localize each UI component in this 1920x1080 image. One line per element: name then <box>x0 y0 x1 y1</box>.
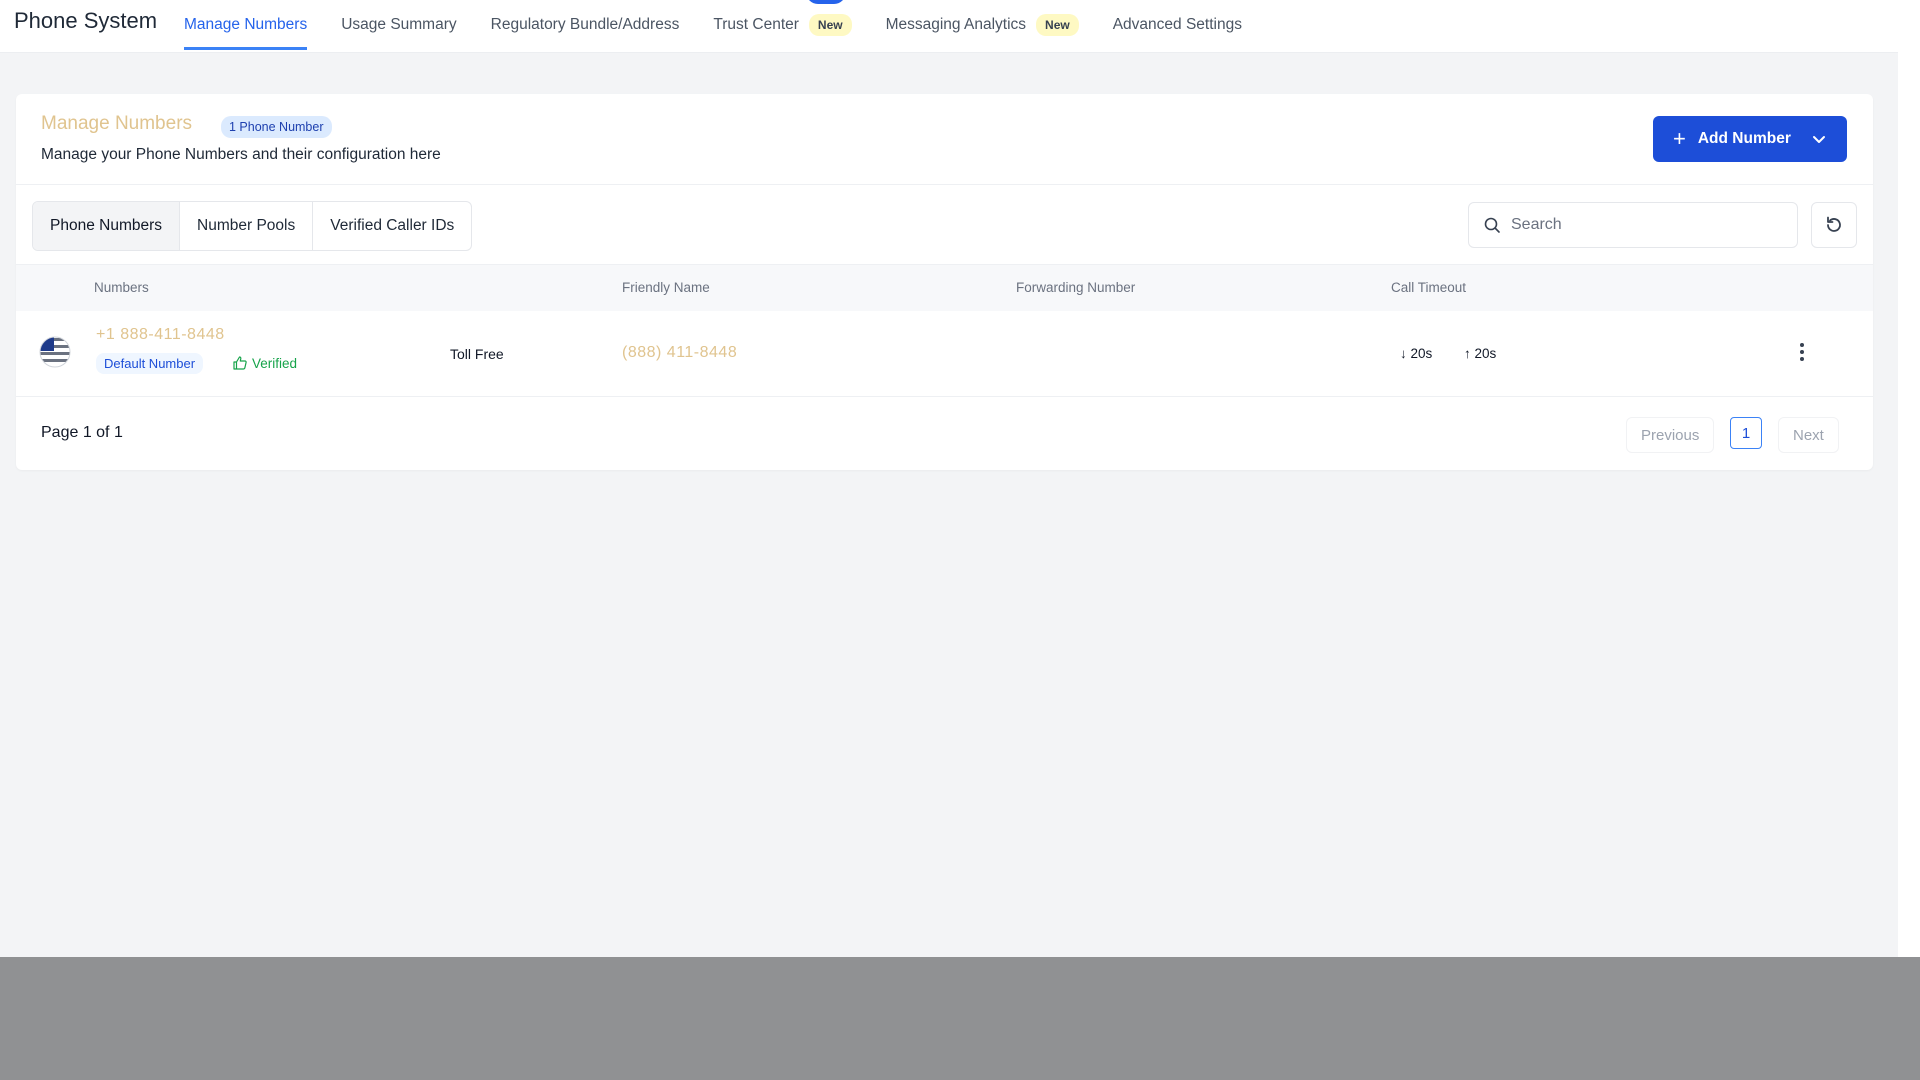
arrow-down-icon: ↓ <box>1400 346 1407 361</box>
tab-trust-center[interactable]: Trust Center New <box>713 0 852 50</box>
timeout-outbound-value: 20s <box>1474 346 1497 361</box>
refresh-icon <box>1827 216 1841 232</box>
arrow-up-icon: ↑ <box>1464 346 1471 361</box>
right-edge-panel <box>1898 0 1920 957</box>
refresh-button[interactable] <box>1811 202 1857 248</box>
plus-icon: + <box>1673 126 1686 151</box>
segment-label: Verified Caller IDs <box>330 217 455 234</box>
page-1-button[interactable]: 1 <box>1730 417 1762 449</box>
tab-usage-summary[interactable]: Usage Summary <box>341 0 456 50</box>
segment-number-pools[interactable]: Number Pools <box>180 202 314 250</box>
tab-label: Trust Center <box>713 15 799 33</box>
app-title: Phone System <box>14 8 158 33</box>
default-number-badge: Default Number <box>96 353 204 374</box>
tab-label: Usage Summary <box>341 15 457 33</box>
timeout-inbound-value: 20s <box>1410 346 1433 361</box>
tab-label: Advanced Settings <box>1112 15 1242 33</box>
segment-label: Phone Numbers <box>50 217 163 234</box>
number-type-segments: Phone Numbers Number Pools Verified Call… <box>32 201 473 251</box>
add-number-button[interactable]: + Add Number <box>1653 116 1847 162</box>
search-box <box>1468 202 1798 248</box>
table-row[interactable]: +1 888-411-8448 Default Number Verified … <box>16 312 1873 397</box>
phone-number-link[interactable]: +1 888-411-8448 <box>96 326 225 344</box>
page-indicator: Page 1 of 1 <box>41 424 123 441</box>
tab-label: Manage Numbers <box>184 15 308 33</box>
add-number-label: Add Number <box>1697 130 1791 147</box>
new-badge: New <box>808 13 852 36</box>
search-icon <box>1484 217 1500 233</box>
call-timeout-inbound: ↓ 20s <box>1400 346 1432 361</box>
verified-label: Verified <box>252 355 298 371</box>
previous-button[interactable]: Previous <box>1626 417 1715 453</box>
more-options-icon[interactable] <box>1797 340 1807 364</box>
manage-numbers-card: Manage Numbers 1 Phone Number Manage you… <box>16 94 1873 470</box>
segment-verified-caller-ids[interactable]: Verified Caller IDs <box>313 202 471 250</box>
search-input[interactable] <box>1509 215 1793 235</box>
tab-label: Messaging Analytics <box>885 15 1027 33</box>
segment-label: Number Pools <box>197 217 296 234</box>
us-flag-icon <box>39 336 71 368</box>
thumbs-up-icon <box>233 356 247 370</box>
bottom-overlay <box>0 957 1920 1080</box>
page-title: Manage Numbers <box>41 113 193 134</box>
column-header-call-timeout: Call Timeout <box>1391 280 1467 295</box>
count-badge: 1 Phone Number <box>221 116 332 138</box>
tab-label: Regulatory Bundle/Address <box>490 15 680 33</box>
chevron-down-icon[interactable] <box>1809 129 1829 149</box>
tab-advanced-settings[interactable]: Advanced Settings <box>1113 0 1242 50</box>
call-timeout-outbound: ↑ 20s <box>1464 346 1496 361</box>
segment-phone-numbers[interactable]: Phone Numbers <box>33 202 181 250</box>
tab-regulatory-bundle[interactable]: Regulatory Bundle/Address <box>491 0 680 50</box>
page-subtitle: Manage your Phone Numbers and their conf… <box>41 146 441 163</box>
next-button[interactable]: Next <box>1778 417 1839 453</box>
table-header: Numbers Friendly Name Forwarding Number … <box>16 264 1873 311</box>
nav-tabs: Manage Numbers Usage Summary Regulatory … <box>184 0 1276 52</box>
tab-messaging-analytics[interactable]: Messaging Analytics New <box>886 0 1079 50</box>
verified-status: Verified <box>232 355 297 371</box>
friendly-name-link[interactable]: (888) 411-8448 <box>622 344 737 362</box>
column-header-numbers: Numbers <box>94 280 149 295</box>
column-header-forwarding-number: Forwarding Number <box>1016 280 1136 295</box>
top-nav-bar: Phone System Manage Numbers Usage Summar… <box>0 0 1898 53</box>
tab-manage-numbers[interactable]: Manage Numbers <box>184 0 308 50</box>
new-badge: New <box>1036 13 1079 36</box>
header-divider <box>16 184 1873 185</box>
number-type: Toll Free <box>450 346 504 362</box>
column-header-friendly-name: Friendly Name <box>622 280 710 295</box>
